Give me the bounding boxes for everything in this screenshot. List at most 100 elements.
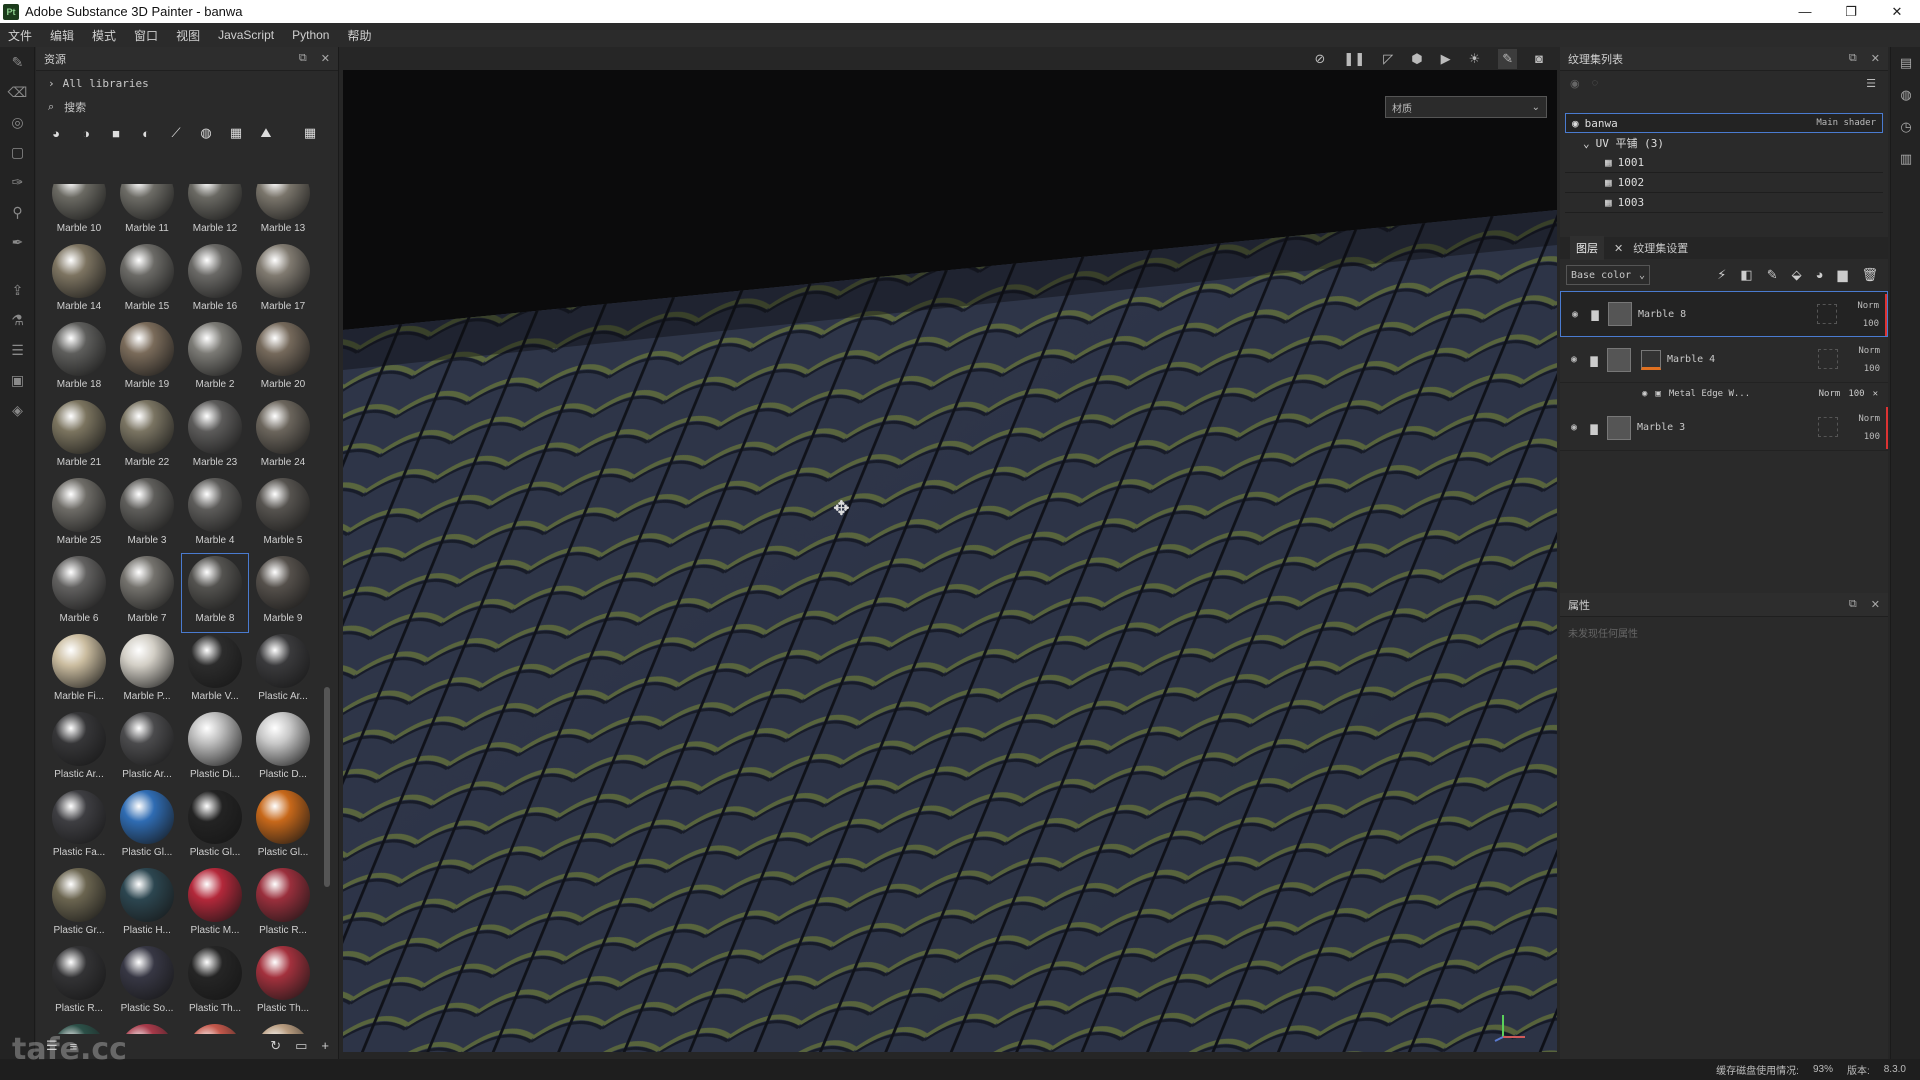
smart-materials-filter-icon[interactable]: ◑ [76,126,96,141]
refresh-icon[interactable]: ↻ [270,1038,281,1054]
particles-filter-icon[interactable]: ◍ [196,125,216,141]
history-icon[interactable]: ◷ [1891,111,1920,143]
display-settings-icon[interactable]: ▣ [0,365,35,395]
layer-row[interactable]: ◉ ▆ Marble 4 Norm 100 [1560,337,1888,383]
asset-thumbnail[interactable]: Plastic So... [114,944,180,1022]
effect-opacity[interactable]: 100 [1848,389,1864,399]
display-settings-icon[interactable]: ◍ [1891,79,1920,111]
menu-window[interactable]: 窗口 [134,27,158,44]
blend-mode[interactable]: Norm [1858,410,1880,428]
smudge-icon[interactable]: ✑ [0,167,35,197]
mask-slot[interactable] [1818,349,1838,369]
layer-name[interactable]: Marble 3 [1637,422,1685,433]
menu-javascript[interactable]: JavaScript [218,28,274,42]
asset-thumbnail[interactable]: Marble 16 [182,242,248,320]
shader-icon[interactable]: ◈ [0,395,35,425]
visibility-all-icon[interactable]: ◉ [1570,77,1580,90]
eye-icon[interactable]: ◉ [1563,354,1585,365]
eye-icon[interactable]: ◉ [1563,422,1585,433]
import-icon[interactable]: ▭ [295,1038,307,1054]
effect-row[interactable]: ◉ ▣ Metal Edge W... Norm 100 ✕ [1560,383,1888,405]
camera-icon[interactable]: ▶ [1441,51,1451,67]
asset-thumbnail[interactable]: Marble 23 [182,398,248,476]
asset-thumbnail[interactable]: Plastic Gl... [250,788,316,866]
layer-name[interactable]: Marble 4 [1667,354,1715,365]
asset-thumbnail[interactable]: Marble 2 [182,320,248,398]
undock-icon[interactable]: ⧉ [299,52,307,65]
asset-thumbnail[interactable]: Marble 6 [46,554,112,632]
asset-thumbnail[interactable]: Marble 13 [250,184,316,242]
bake-icon[interactable]: ⚗ [0,305,35,335]
asset-search-input[interactable]: 搜索 [64,99,86,115]
panel-close-icon[interactable]: ✕ [1871,52,1880,65]
menu-view[interactable]: 视图 [176,27,200,44]
menu-file[interactable]: 文件 [8,27,32,44]
effect-name[interactable]: Metal Edge W... [1669,389,1750,399]
asset-thumbnail[interactable]: Marble Fi... [46,632,112,710]
clone-stamp-icon[interactable]: ⚲ [0,197,35,227]
tab-layers[interactable]: 图层 [1570,236,1604,260]
shader-name[interactable]: Main shader [1816,118,1876,128]
add-mask-icon[interactable]: ◧ [1740,267,1752,283]
export-icon[interactable]: ⇪ [0,275,35,305]
asset-thumbnail[interactable]: Marble 24 [250,398,316,476]
asset-thumbnail[interactable]: Marble 5 [250,476,316,554]
brushes-filter-icon[interactable]: ⟋ [166,125,186,141]
asset-thumbnail[interactable]: Marble 17 [250,242,316,320]
view-2d-icon[interactable]: ◸ [1383,51,1393,67]
blend-controls[interactable]: Norm 100 [1858,342,1880,378]
add-effect-icon[interactable]: ⚡ [1717,267,1726,283]
asset-thumbnail[interactable]: Plastic H... [114,866,180,944]
asset-thumbnail[interactable]: Marble 25 [46,476,112,554]
shelf-icon[interactable]: ☰ [0,335,35,365]
layer-opacity[interactable]: 100 [1858,360,1880,378]
remove-effect-icon[interactable]: ✕ [1873,389,1878,399]
3d-viewport[interactable]: 材质 ⌄ ✥ [343,70,1557,1052]
eye-icon[interactable]: ◉ [1642,389,1647,399]
asset-thumbnail[interactable]: Marble 7 [114,554,180,632]
materials-filter-icon[interactable]: ◕ [46,126,66,141]
mask-slot[interactable] [1817,304,1837,324]
asset-thumbnail[interactable]: Plastic Ar... [250,632,316,710]
add-paint-layer-icon[interactable]: ✎ [1767,267,1778,283]
minimize-button[interactable]: — [1782,4,1828,20]
add-fill-layer-icon[interactable]: ⬙ [1792,267,1802,283]
asset-thumbnail[interactable]: Plastic M... [182,866,248,944]
tab-close-icon[interactable]: ✕ [1614,242,1623,255]
channel-dropdown[interactable]: Base color ⌄ [1566,265,1650,285]
eye-icon[interactable]: ◉ [1564,309,1586,320]
texture-set-menu-icon[interactable]: ☰ [1866,77,1876,90]
asset-thumbnail[interactable]: Plastic Gl... [114,788,180,866]
asset-thumbnail[interactable]: Marble 8 [181,553,249,633]
paint-brush-icon[interactable]: ✎ [0,47,35,77]
light-icon[interactable]: ☀ [1469,51,1481,67]
add-icon[interactable]: + [321,1038,329,1054]
layer-mask-thumbnail[interactable] [1641,349,1661,370]
uv-tile-group[interactable]: ⌄ UV 平铺 (3) [1565,133,1883,153]
asset-thumbnail[interactable]: Marble 4 [182,476,248,554]
uv-tile-row[interactable]: ▦ 1001 [1565,153,1883,173]
asset-thumbnail[interactable]: Marble V... [182,632,248,710]
blend-controls[interactable]: Norm 100 [1858,410,1880,446]
view-3d-icon[interactable]: ⬢ [1411,51,1422,67]
textures-filter-icon[interactable]: ▦ [226,125,246,141]
layer-opacity[interactable]: 100 [1857,315,1879,333]
menu-help[interactable]: 帮助 [347,27,371,44]
add-folder-icon[interactable]: ▆ [1837,267,1847,283]
eye-icon[interactable]: ◉ [1572,117,1579,130]
undock-icon[interactable]: ⧉ [1849,598,1857,611]
asset-thumbnail[interactable]: Marble P... [114,632,180,710]
layer-row[interactable]: ◉ ▆ Marble 8 Norm 100 [1560,291,1888,337]
panel-close-icon[interactable]: ✕ [1871,598,1880,611]
grid-view-icon[interactable]: ▦ [300,125,320,141]
asset-thumbnail[interactable]: Marble 21 [46,398,112,476]
filters-filter-icon[interactable]: ◐ [136,126,156,141]
blend-mode[interactable]: Norm [1858,342,1880,360]
layer-opacity[interactable]: 100 [1858,428,1880,446]
menu-python[interactable]: Python [292,28,329,42]
asset-thumbnail[interactable]: Marble 11 [114,184,180,242]
panel-close-icon[interactable]: ✕ [321,52,330,65]
asset-thumbnail[interactable]: Marble 10 [46,184,112,242]
menu-edit[interactable]: 编辑 [50,27,74,44]
asset-thumbnail[interactable]: Plastic R... [250,866,316,944]
